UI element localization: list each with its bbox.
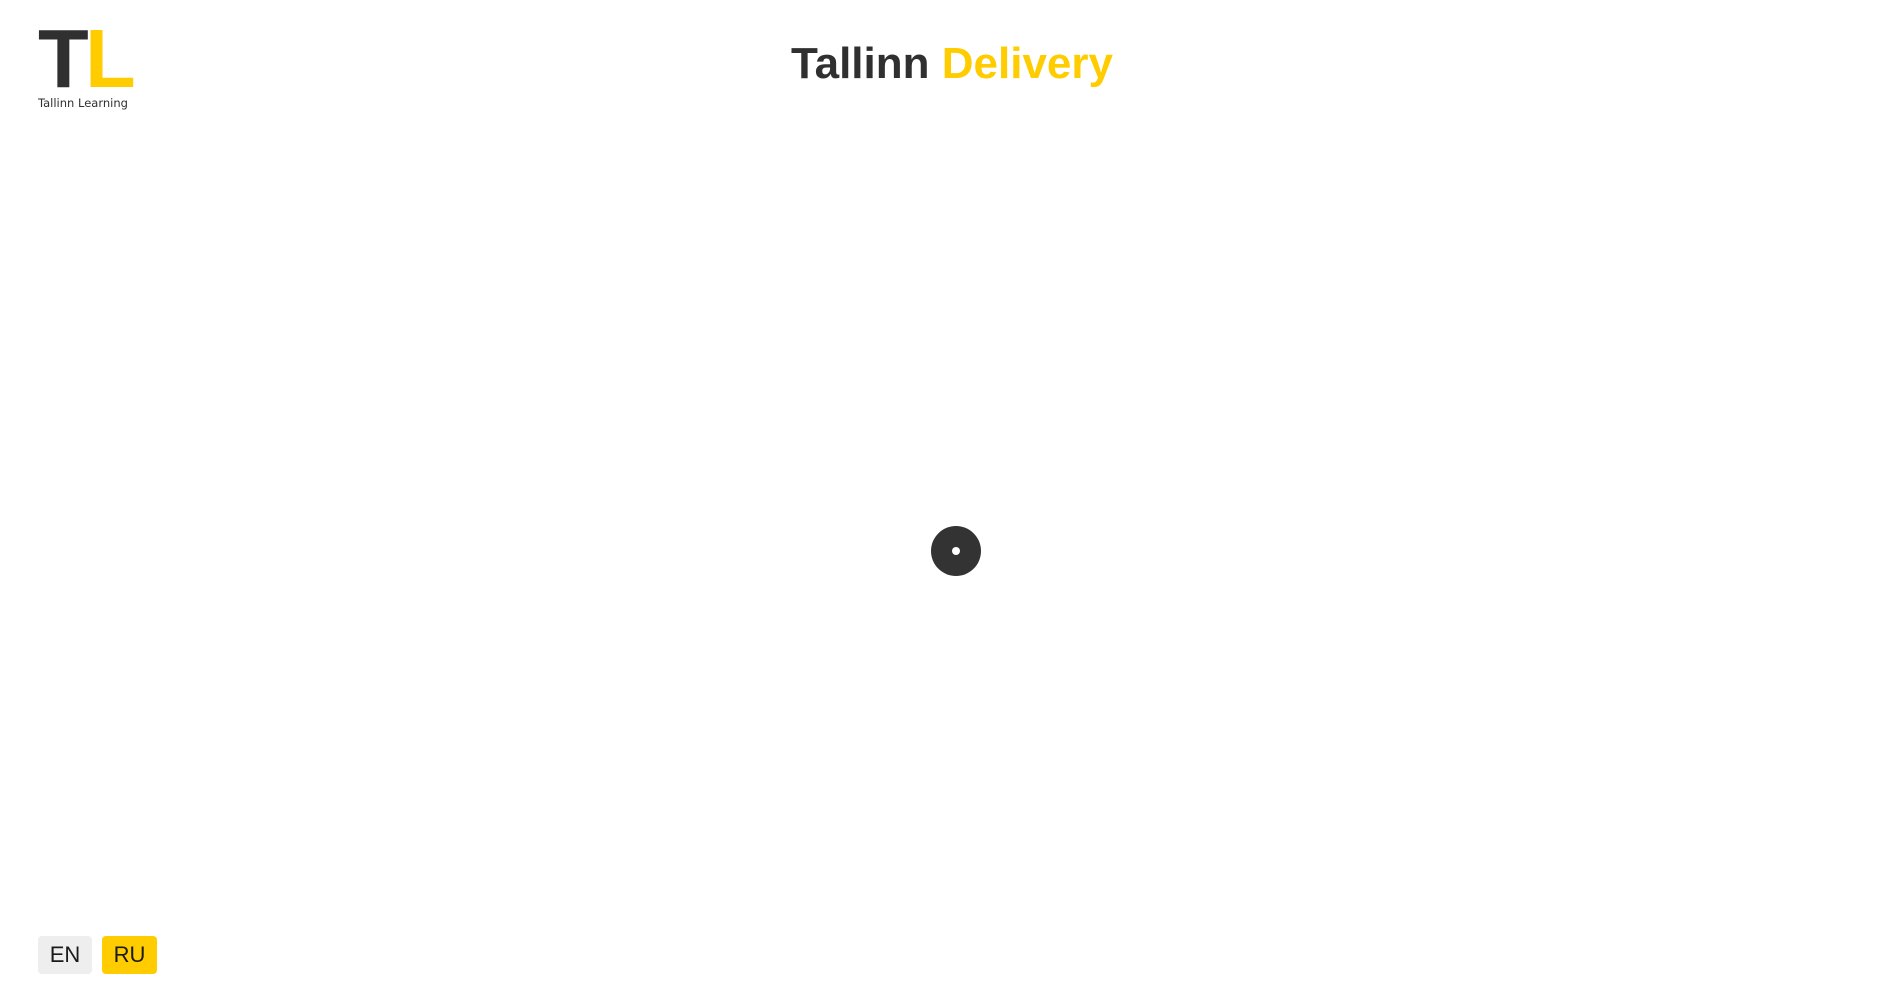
page: T L Tallinn Learning Tallinn Delivery EN…	[0, 0, 1904, 984]
language-button-en[interactable]: EN	[38, 936, 92, 974]
language-switcher: EN RU	[38, 936, 157, 974]
language-button-ru[interactable]: RU	[102, 936, 157, 974]
page-title-part1: Tallinn	[791, 39, 930, 88]
page-title: Tallinn Delivery	[0, 38, 1904, 90]
loading-spinner-icon	[931, 526, 981, 576]
spinner-dot	[952, 547, 960, 555]
page-title-part2: Delivery	[941, 39, 1113, 88]
logo-caption: Tallinn Learning	[38, 96, 128, 110]
